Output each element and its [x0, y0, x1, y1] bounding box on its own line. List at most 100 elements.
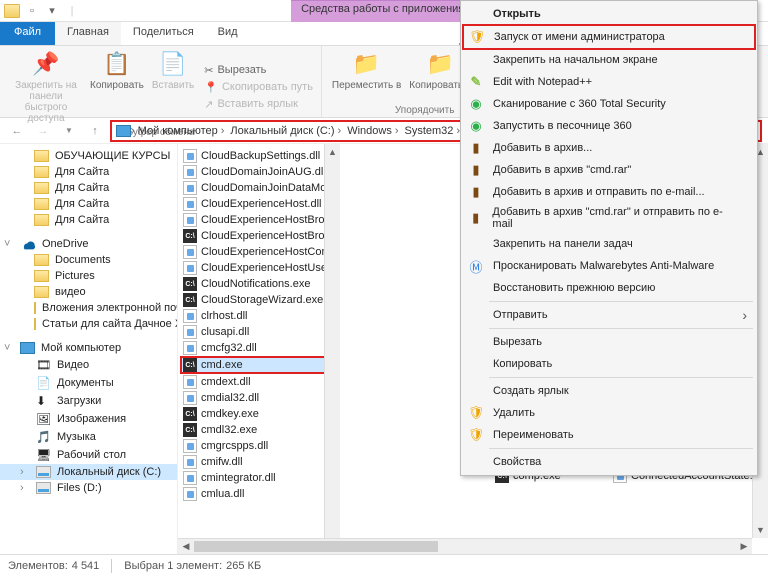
- ctx-copy[interactable]: Копировать: [463, 353, 755, 375]
- nav-onedrive-item[interactable]: Статьи для сайта Дачное Хозяйство: [0, 316, 177, 332]
- forward-button[interactable]: →: [32, 120, 54, 142]
- back-button[interactable]: ←: [6, 120, 28, 142]
- ctx-cut[interactable]: Вырезать: [463, 331, 755, 353]
- status-selection-label: Выбран 1 элемент:: [124, 560, 222, 572]
- nav-pc-item[interactable]: 📄Документы: [0, 374, 177, 392]
- nav-onedrive-item[interactable]: Pictures: [0, 268, 177, 284]
- ctx-pin-taskbar[interactable]: Закрепить на панели задач: [463, 233, 755, 255]
- folder-icon: [34, 182, 49, 194]
- nav-onedrive-item[interactable]: Вложения электронной почты: [0, 300, 177, 316]
- nav-this-pc[interactable]: ˅Мой компьютер: [0, 340, 177, 356]
- nav-folder[interactable]: Для Сайта: [0, 180, 177, 196]
- recent-dropdown[interactable]: ▼: [58, 120, 80, 142]
- ctx-pin-start[interactable]: Закрепить на начальном экране: [463, 49, 755, 71]
- nav-pc-item[interactable]: 🖼Изображения: [0, 410, 177, 428]
- file-item[interactable]: cmifw.dll: [180, 454, 326, 470]
- file-item[interactable]: cmcfg32.dll: [180, 340, 326, 356]
- tab-share[interactable]: Поделиться: [121, 22, 206, 45]
- tab-home[interactable]: Главная: [55, 22, 121, 45]
- dll-icon: [183, 341, 197, 355]
- library-icon: 🎵: [36, 430, 51, 444]
- ctx-notepadpp[interactable]: ✎Edit with Notepad++: [463, 71, 755, 93]
- file-item[interactable]: cmgrcspps.dll: [180, 438, 326, 454]
- rar-icon: ▮: [467, 162, 485, 178]
- paste-button[interactable]: 📄 Вставить: [148, 48, 198, 126]
- ctx-cmdrar-email[interactable]: ▮Добавить в архив "cmd.rar" и отправить …: [463, 203, 755, 233]
- contextual-tab-label: Средства работы с приложениями: [291, 0, 488, 22]
- file-item[interactable]: CloudStorageWizard.exe: [180, 292, 326, 308]
- file-item[interactable]: CloudBackupSettings.dll: [180, 148, 326, 164]
- nav-pc-item[interactable]: ⬇Загрузки: [0, 392, 177, 410]
- file-item[interactable]: CloudExperienceHostBroker.dll: [180, 212, 326, 228]
- ctx-send-to[interactable]: Отправить: [463, 304, 755, 326]
- ctx-delete[interactable]: 🛡Удалить: [463, 402, 755, 424]
- nav-pc-item[interactable]: 🖥Рабочий стол: [0, 446, 177, 464]
- move-to-button[interactable]: 📁Переместить в: [328, 48, 405, 93]
- file-item[interactable]: CloudNotifications.exe: [180, 276, 326, 292]
- ctx-create-shortcut[interactable]: Создать ярлык: [463, 380, 755, 402]
- nav-onedrive[interactable]: ˅OneDrive: [0, 236, 177, 252]
- file-item[interactable]: cmdial32.dll: [180, 390, 326, 406]
- status-count: 4 541: [72, 560, 100, 572]
- file-item[interactable]: CloudExperienceHost.dll: [180, 196, 326, 212]
- nav-pc-item[interactable]: ›Files (D:): [0, 480, 177, 496]
- file-item[interactable]: CloudDomainJoinDataModelServer.dll: [180, 180, 326, 196]
- file-item[interactable]: cmdl32.exe: [180, 422, 326, 438]
- rar-icon: ▮: [467, 210, 484, 226]
- file-item[interactable]: clrhost.dll: [180, 308, 326, 324]
- copy-path-button[interactable]: 📍Скопировать путь: [202, 80, 315, 95]
- file-item[interactable]: cmd.exe: [180, 356, 326, 374]
- ctx-add-archive[interactable]: ▮Добавить в архив...: [463, 137, 755, 159]
- tab-view[interactable]: Вид: [206, 22, 250, 45]
- folder-icon: [34, 302, 36, 314]
- nav-pc-item[interactable]: 🎵Музыка: [0, 428, 177, 446]
- separator: [489, 328, 753, 329]
- file-item[interactable]: cmlua.dll: [180, 486, 326, 502]
- status-selection-size: 265 КБ: [226, 560, 261, 572]
- qat-props-icon[interactable]: ▫: [24, 3, 40, 19]
- up-button[interactable]: ↑: [84, 120, 106, 142]
- nav-pc-item[interactable]: ›Локальный диск (C:): [0, 464, 177, 480]
- nav-folder[interactable]: Для Сайта: [0, 164, 177, 180]
- copy-button[interactable]: 📋 Копировать: [86, 48, 148, 126]
- qat-dropdown-icon[interactable]: ▾: [44, 3, 60, 19]
- file-item[interactable]: cmintegrator.dll: [180, 470, 326, 486]
- ctx-restore-prev[interactable]: Восстановить прежнюю версию: [463, 277, 755, 299]
- ctx-open[interactable]: Открыть: [463, 3, 755, 25]
- scrollbar-horizontal[interactable]: ◀▶: [178, 538, 752, 554]
- ctx-rename[interactable]: 🛡Переименовать: [463, 424, 755, 446]
- file-item[interactable]: cmdext.dll: [180, 374, 326, 390]
- ctx-archive-email[interactable]: ▮Добавить в архив и отправить по e-mail.…: [463, 181, 755, 203]
- file-item[interactable]: CloudDomainJoinAUG.dll: [180, 164, 326, 180]
- ctx-properties[interactable]: Свойства: [463, 451, 755, 473]
- crumb-windows: Windows›: [344, 125, 401, 137]
- file-item[interactable]: CloudExperienceHostCommon.dll: [180, 244, 326, 260]
- nav-folder[interactable]: Для Сайта: [0, 196, 177, 212]
- nav-onedrive-item[interactable]: Documents: [0, 252, 177, 268]
- file-item[interactable]: cmdkey.exe: [180, 406, 326, 422]
- exe-icon: [183, 277, 197, 291]
- paste-shortcut-button[interactable]: ↗Вставить ярлык: [202, 97, 315, 112]
- nav-onedrive-item[interactable]: видео: [0, 284, 177, 300]
- nav-folder[interactable]: ОБУЧАЮЩИЕ КУРСЫ: [0, 148, 177, 164]
- copyto-icon: 📁: [424, 50, 456, 78]
- cut-button[interactable]: ✂Вырезать: [202, 63, 315, 78]
- ctx-360-sandbox[interactable]: ◉Запустить в песочнице 360: [463, 115, 755, 137]
- shield-icon: 🛡: [467, 405, 485, 421]
- separator: [489, 377, 753, 378]
- file-item[interactable]: CloudExperienceHostBroker.exe: [180, 228, 326, 244]
- nav-pc-item[interactable]: 🎞Видео: [0, 356, 177, 374]
- pin-quickaccess-button[interactable]: 📌 Закрепить на панели быстрого доступа: [6, 48, 86, 126]
- file-item[interactable]: clusapi.dll: [180, 324, 326, 340]
- ctx-add-cmdrar[interactable]: ▮Добавить в архив "cmd.rar": [463, 159, 755, 181]
- tab-file[interactable]: Файл: [0, 22, 55, 45]
- drive-icon: [36, 466, 51, 478]
- nav-folder[interactable]: Для Сайта: [0, 212, 177, 228]
- sandbox-icon: ◉: [467, 118, 485, 134]
- ctx-malwarebytes[interactable]: ⓂПросканировать Malwarebytes Anti-Malwar…: [463, 255, 755, 277]
- ctx-run-as-admin[interactable]: 🛡Запуск от имени администратора: [462, 24, 756, 50]
- file-item[interactable]: CloudExperienceHostUser.dll: [180, 260, 326, 276]
- ctx-360-scan[interactable]: ◉Сканирование с 360 Total Security: [463, 93, 755, 115]
- app-icon: [4, 4, 20, 18]
- scrollbar-vertical-col1[interactable]: ▲▼: [324, 144, 340, 554]
